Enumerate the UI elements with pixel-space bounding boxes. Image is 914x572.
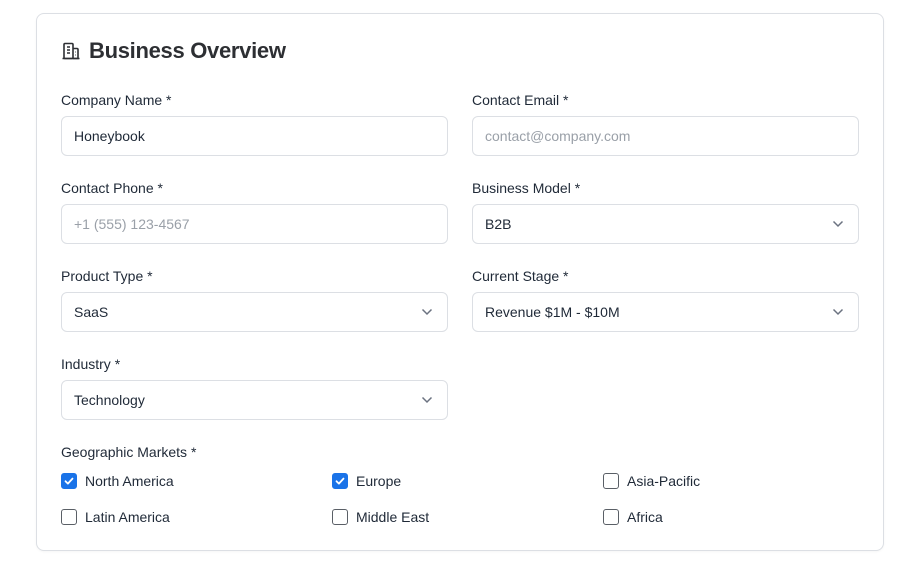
current-stage-select[interactable]: Revenue $1M - $10M	[472, 292, 859, 332]
contact-email-field: Contact Email *	[472, 92, 859, 156]
contact-phone-input-wrapper	[61, 204, 448, 244]
market-checkbox-north-america[interactable]	[61, 473, 77, 489]
market-option-asia-pacific[interactable]: Asia-Pacific	[603, 473, 700, 489]
business-model-value: B2B	[485, 216, 512, 232]
chevron-down-icon	[421, 308, 433, 316]
chevron-down-icon	[832, 308, 844, 316]
checkmark-icon	[335, 477, 345, 485]
market-option-label: Latin America	[85, 509, 170, 525]
product-type-field: Product Type * SaaS	[61, 268, 448, 332]
current-stage-label: Current Stage *	[472, 268, 569, 284]
contact-phone-label: Contact Phone *	[61, 180, 163, 196]
contact-email-label: Contact Email *	[472, 92, 569, 108]
business-overview-card: Business Overview Company Name * Contact…	[36, 13, 884, 551]
market-option-label: Asia-Pacific	[627, 473, 701, 489]
section-title: Business Overview	[89, 38, 286, 63]
industry-label: Industry *	[61, 356, 121, 372]
market-checkbox-latin-america[interactable]	[61, 509, 77, 525]
current-stage-field: Current Stage * Revenue $1M - $10M	[472, 268, 859, 332]
product-type-value: SaaS	[74, 304, 109, 320]
market-checkbox-middle-east[interactable]	[332, 509, 348, 525]
geographic-markets-label: Geographic Markets *	[61, 444, 197, 460]
company-name-label: Company Name *	[61, 92, 172, 108]
market-option-label: Africa	[627, 509, 663, 525]
market-checkbox-africa[interactable]	[603, 509, 619, 525]
business-model-label: Business Model *	[472, 180, 581, 196]
market-checkbox-asia-pacific[interactable]	[603, 473, 619, 489]
market-option-label: Europe	[356, 473, 402, 489]
industry-select[interactable]: Technology	[61, 380, 448, 420]
market-option-label: North America	[85, 473, 174, 489]
chevron-down-icon	[421, 396, 433, 404]
company-name-input[interactable]	[74, 128, 435, 144]
product-type-label: Product Type *	[61, 268, 153, 284]
contact-email-input[interactable]	[485, 128, 846, 144]
building-icon	[62, 42, 80, 60]
market-option-europe[interactable]: Europe	[332, 473, 401, 489]
company-name-field: Company Name *	[61, 92, 448, 156]
industry-field: Industry * Technology	[61, 356, 448, 420]
business-model-field: Business Model * B2B	[472, 180, 859, 244]
section-header: Business Overview	[61, 38, 286, 63]
market-checkbox-europe[interactable]	[332, 473, 348, 489]
market-option-africa[interactable]: Africa	[603, 509, 663, 525]
contact-phone-field: Contact Phone *	[61, 180, 448, 244]
contact-phone-input[interactable]	[74, 216, 435, 232]
business-model-select[interactable]: B2B	[472, 204, 859, 244]
market-option-north-america[interactable]: North America	[61, 473, 174, 489]
current-stage-value: Revenue $1M - $10M	[485, 304, 620, 320]
product-type-select[interactable]: SaaS	[61, 292, 448, 332]
market-option-latin-america[interactable]: Latin America	[61, 509, 170, 525]
market-option-label: Middle East	[356, 509, 430, 525]
chevron-down-icon	[832, 220, 844, 228]
checkmark-icon	[64, 477, 74, 485]
contact-email-input-wrapper	[472, 116, 859, 156]
market-option-middle-east[interactable]: Middle East	[332, 509, 429, 525]
industry-value: Technology	[74, 392, 145, 408]
company-name-input-wrapper	[61, 116, 448, 156]
